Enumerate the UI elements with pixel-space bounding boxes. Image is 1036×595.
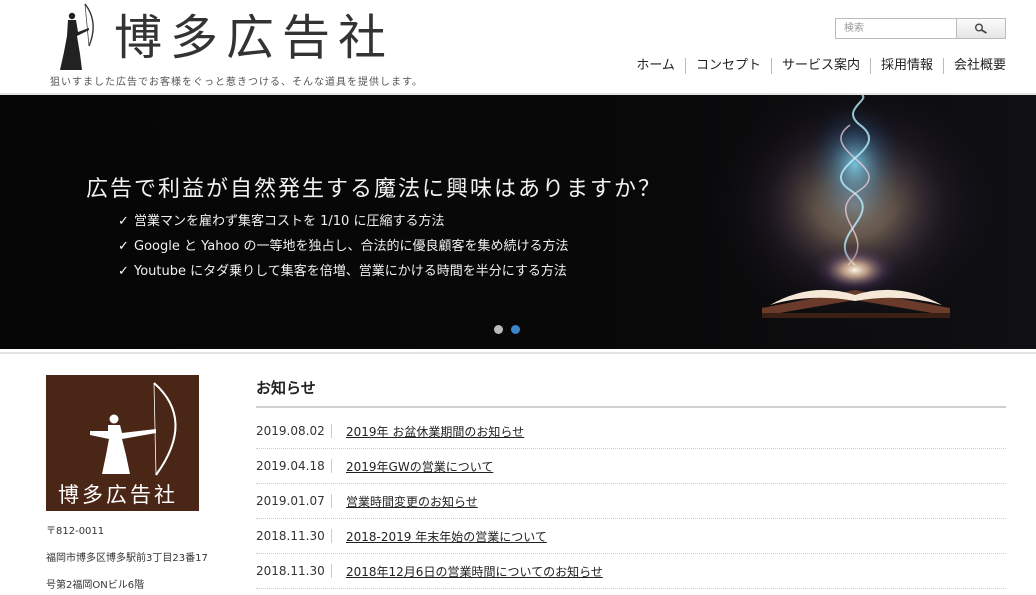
news-date: 2019.04.18 (256, 459, 332, 473)
address-line: 福岡市博多区博多駅前3丁目23番17 (46, 553, 208, 564)
news-date: 2019.01.07 (256, 494, 332, 508)
news-link[interactable]: 2018年12月6日の営業時間についてのお知らせ (332, 563, 603, 580)
hero-point-text: Google と Yahoo の一等地を独占し、合法的に優良顧客を集め続ける方法 (134, 239, 569, 254)
check-icon: ✓ (118, 239, 129, 254)
news-list: 2019.08.02 2019年 お盆休業期間のお知らせ 2019.04.18 … (256, 414, 1006, 589)
search-form (835, 18, 1006, 39)
site-header: 博多広告社 狙いすました広告でお客様をぐっと惹きつける、そんな道具を提供します。… (0, 0, 1036, 94)
hero-title: 広告で利益が自然発生する魔法に興味はありますか？ (86, 177, 663, 202)
sidebar-logo[interactable]: 博多広告社 (46, 375, 199, 511)
sidebar-logo-text: 博多広告社 (58, 483, 178, 507)
nav-services[interactable]: サービス案内 (770, 58, 870, 74)
news-divider (256, 406, 1006, 408)
news-item: 2018.11.30 2018年12月6日の営業時間についてのお知らせ (256, 554, 1006, 589)
nav-recruit[interactable]: 採用情報 (869, 58, 943, 74)
address-postal: 〒812-0011 (46, 526, 105, 537)
hero-points: ✓ 営業マンを雇わず集客コストを 1/10 に圧縮する方法 ✓ Google と Y… (118, 209, 569, 284)
nav-company[interactable]: 会社概要 (942, 58, 1006, 74)
site-logo-text[interactable]: 博多広告社 (114, 10, 394, 66)
hero-divider (0, 352, 1036, 354)
news-link[interactable]: 営業時間変更のお知らせ (332, 493, 478, 510)
nav-home[interactable]: ホーム (626, 58, 685, 74)
archer-logo-icon[interactable] (55, 2, 97, 70)
search-button[interactable] (956, 19, 1005, 38)
search-input[interactable] (836, 19, 956, 38)
news-heading: お知らせ (256, 379, 316, 397)
company-address: 〒812-0011 福岡市博多区博多駅前3丁目23番17 号第2福岡ONビル6階 (46, 518, 208, 595)
hero-point: ✓ Google と Yahoo の一等地を独占し、合法的に優良顧客を集め続ける方… (118, 234, 569, 259)
news-date: 2018.11.30 (256, 564, 332, 578)
news-link[interactable]: 2019年 お盆休業期間のお知らせ (332, 423, 524, 440)
hero-point-text: Youtube にタダ乗りして集客を倍増、営業にかける時間を半分にする方法 (134, 264, 567, 279)
news-link[interactable]: 2019年GWの営業について (332, 458, 493, 475)
main-nav: ホーム コンセプト サービス案内 採用情報 会社概要 (626, 58, 1006, 74)
news-date: 2019.08.02 (256, 424, 332, 438)
check-icon: ✓ (118, 214, 129, 229)
news-item: 2019.08.02 2019年 お盆休業期間のお知らせ (256, 414, 1006, 449)
nav-concept[interactable]: コンセプト (684, 58, 771, 74)
hero-point: ✓ Youtube にタダ乗りして集客を倍増、営業にかける時間を半分にする方法 (118, 259, 569, 284)
hero-point: ✓ 営業マンを雇わず集客コストを 1/10 に圧縮する方法 (118, 209, 569, 234)
slider-dot-2[interactable] (511, 325, 520, 334)
hero-slider: 広告で利益が自然発生する魔法に興味はありますか？ ✓ 営業マンを雇わず集客コストを… (0, 95, 1036, 349)
check-icon: ✓ (118, 264, 129, 279)
slider-pagination (494, 325, 520, 334)
archer-icon (90, 382, 177, 476)
news-item: 2018.11.30 2018-2019 年末年始の営業について (256, 519, 1006, 554)
news-item: 2019.01.07 営業時間変更のお知らせ (256, 484, 1006, 519)
news-date: 2018.11.30 (256, 529, 332, 543)
address-line: 号第2福岡ONビル6階 (46, 580, 145, 591)
search-icon (975, 23, 987, 34)
news-link[interactable]: 2018-2019 年末年始の営業について (332, 528, 547, 545)
hero-point-text: 営業マンを雇わず集客コストを 1/10 に圧縮する方法 (134, 214, 445, 229)
site-tagline: 狙いすました広告でお客様をぐっと惹きつける、そんな道具を提供します。 (50, 77, 423, 88)
news-item: 2019.04.18 2019年GWの営業について (256, 449, 1006, 484)
slider-dot-1[interactable] (494, 325, 503, 334)
